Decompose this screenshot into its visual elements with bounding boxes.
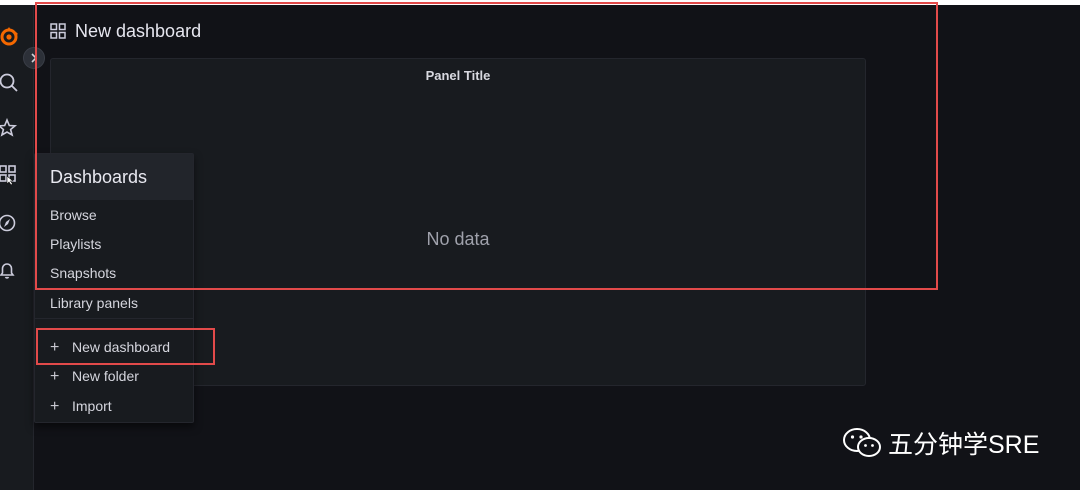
menu-header-label: Dashboards [50,167,148,187]
menu-item-browse[interactable]: Browse [50,207,97,223]
menu-item-snapshots[interactable]: Snapshots [50,265,116,281]
menu-item-library-panels[interactable]: Library panels [50,295,138,311]
dashboard-grid-icon [50,23,66,39]
menu-divider [35,318,193,319]
plus-icon: + [50,368,60,385]
search-icon[interactable] [0,72,20,94]
menu-header[interactable]: Dashboards [35,154,193,200]
explore-icon[interactable] [0,212,20,234]
grafana-logo-icon[interactable] [0,26,20,48]
alerting-bell-icon[interactable] [0,260,20,282]
plus-icon: + [50,398,60,415]
sidebar-expand-button[interactable] [23,47,45,69]
menu-item-label: New dashboard [72,339,171,355]
watermark-text: 五分钟学SRE [888,431,1040,459]
menu-item-label: Import [72,398,112,414]
menu-item-new-dashboard[interactable]: + New dashboard [50,339,170,357]
page-title: New dashboard [75,20,202,41]
chevron-right-icon [31,53,38,63]
menu-item-playlists[interactable]: Playlists [50,236,101,252]
panel-title[interactable]: Panel Title [51,68,865,83]
wechat-logo-icon [843,428,881,457]
dashboards-menu: Dashboards Browse Playlists Snapshots Li… [34,153,194,423]
dashboards-icon[interactable] [0,164,20,186]
top-strip [0,0,1080,5]
watermark: 五分钟学SRE [842,423,1039,463]
menu-item-import[interactable]: + Import [50,398,112,416]
page-header: New dashboard [50,18,201,44]
star-icon[interactable] [0,118,20,140]
menu-item-new-folder[interactable]: + New folder [50,368,139,386]
menu-item-label: New folder [72,368,139,384]
sidebar [0,5,34,490]
plus-icon: + [50,339,60,356]
